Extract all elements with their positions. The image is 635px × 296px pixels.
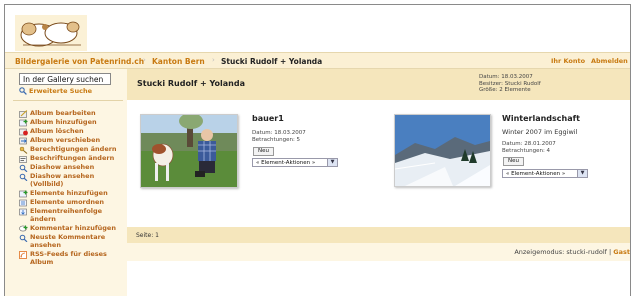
sidebar-divider [13, 100, 123, 101]
view-mode: Anzeigemodus: stucki-rudolf | Gast [514, 248, 630, 256]
search-input[interactable]: In der Gallery suchen [19, 73, 111, 85]
sidebar-item-label: Elemente umordnen [30, 198, 105, 206]
sidebar-item-rss-feeds[interactable]: RSS-Feeds für dieses Album [19, 250, 119, 266]
item-title-winterlandschaft[interactable]: Winterlandschaft [502, 114, 580, 123]
slideshow-icon [19, 164, 28, 172]
rss-icon [19, 251, 27, 259]
sidebar-item-label: Album verschieben [30, 136, 101, 144]
sidebar-item-label: Elementreihenfolge ändern [30, 207, 103, 223]
item-date: Datum: 18.03.2007 [252, 130, 306, 136]
view-mode-bar: Anzeigemodus: stucki-rudolf | Gast [127, 243, 630, 261]
new-badge: Neu [503, 157, 524, 166]
reorder-items-icon [19, 199, 27, 207]
advanced-search-link[interactable]: Erweiterte Suche [19, 87, 92, 95]
album-info: Datum: 18.03.2007 Besitzer: Stucki Rudol… [479, 74, 541, 94]
advanced-search-label: Erweiterte Suche [29, 87, 92, 95]
sidebar-item-label: RSS-Feeds für dieses Album [30, 250, 107, 266]
breadcrumb: Bildergalerie von Patenrind.ch › Kanton … [5, 52, 630, 69]
sidebar-item-label: Album löschen [30, 127, 84, 135]
guest-view-link[interactable]: Gast [613, 248, 630, 256]
item-order-icon [19, 208, 27, 216]
sidebar-item-label: Diashow ansehen (Vollbild) [30, 172, 95, 188]
move-album-icon [19, 137, 27, 145]
breadcrumb-separator: › [212, 56, 215, 64]
item-actions-label: « Element-Aktionen » [506, 171, 566, 177]
edit-album-icon [19, 110, 28, 118]
item-actions-select-winterlandschaft[interactable]: « Element-Aktionen » ▼ [502, 169, 588, 178]
item-thumbnail-bauer1[interactable] [140, 114, 238, 188]
add-album-icon [19, 119, 28, 127]
sidebar-item-label: Neuste Kommentare ansehen [30, 233, 106, 249]
permissions-icon [19, 146, 28, 154]
sidebar-item-captions[interactable]: Beschriftungen ändern [19, 154, 119, 163]
gallery-window: Bildergalerie von Patenrind.ch › Kanton … [4, 4, 631, 296]
sidebar-item-add-comment[interactable]: Kommentar hinzufügen [19, 224, 119, 233]
album-title: Stucki Rudolf + Yolanda [137, 79, 245, 88]
sidebar-item-label: Album hinzufügen [30, 118, 97, 126]
item-subtitle: Winter 2007 im Eggiwil [502, 128, 578, 136]
item-actions-label: « Element-Aktionen » [256, 160, 316, 166]
search-icon [19, 87, 27, 95]
album-date: Datum: 18.03.2007 [479, 74, 533, 80]
sidebar-item-label: Elemente hinzufügen [30, 189, 108, 197]
captions-icon [19, 156, 27, 163]
sidebar-item-edit-album[interactable]: Album bearbeiten [19, 109, 119, 118]
album-title-bar: Stucki Rudolf + Yolanda Datum: 18.03.200… [127, 69, 630, 100]
item-meta-winterlandschaft: Datum: 28.01.2007 Betrachtungen: 4 [502, 141, 556, 154]
chevron-down-icon: ▼ [577, 170, 587, 177]
item-actions-select-bauer1[interactable]: « Element-Aktionen » ▼ [252, 158, 338, 167]
item-thumbnail-winterlandschaft[interactable] [394, 114, 491, 187]
item-views: Betrachtungen: 4 [502, 147, 551, 154]
add-comment-icon [19, 225, 28, 232]
gallery-logo[interactable] [15, 15, 87, 51]
sidebar-item-permissions[interactable]: Berechtigungen ändern [19, 145, 119, 154]
delete-album-icon [19, 128, 28, 136]
sidebar-item-add-items[interactable]: Elemente hinzufügen [19, 189, 119, 198]
sidebar-item-delete-album[interactable]: Album löschen [19, 127, 119, 136]
sidebar-item-move-album[interactable]: Album verschieben [19, 136, 119, 145]
view-comments-icon [19, 234, 28, 242]
album-content: bauer1 Datum: 18.03.2007 Betrachtungen: … [127, 100, 630, 227]
pagination-bar: Seite: 1 [127, 227, 630, 243]
sidebar-item-label: Kommentar hinzufügen [30, 224, 116, 232]
sidebar-item-label: Album bearbeiten [30, 109, 96, 117]
item-meta-bauer1: Datum: 18.03.2007 Betrachtungen: 5 [252, 130, 306, 143]
sidebar-item-item-order[interactable]: Elementreihenfolge ändern [19, 207, 119, 223]
view-mode-label: Anzeigemodus: stucki-rudolf | [514, 248, 612, 256]
sidebar-item-add-album[interactable]: Album hinzufügen [19, 118, 119, 127]
album-size: Größe: 2 Elemente [479, 87, 531, 93]
page-indicator: Seite: 1 [136, 232, 159, 239]
add-items-icon [19, 190, 28, 198]
sidebar-item-slideshow[interactable]: Diashow ansehen [19, 163, 119, 172]
item-views: Betrachtungen: 5 [252, 136, 301, 143]
logout-link[interactable]: Abmelden [591, 57, 628, 65]
item-date: Datum: 28.01.2007 [502, 141, 556, 147]
sidebar-item-label: Beschriftungen ändern [30, 154, 115, 162]
breadcrumb-separator: › [143, 56, 146, 64]
new-badge: Neu [253, 147, 274, 156]
sidebar-item-label: Diashow ansehen [30, 163, 95, 171]
sidebar-item-view-comments[interactable]: Neuste Kommentare ansehen [19, 233, 119, 249]
breadcrumb-current: Stucki Rudolf + Yolanda [221, 57, 323, 66]
sidebar-item-label: Berechtigungen ändern [30, 145, 117, 153]
sidebar-item-slideshow-fullscreen[interactable]: Diashow ansehen (Vollbild) [19, 172, 119, 188]
my-account-link[interactable]: Ihr Konto [551, 57, 585, 65]
item-title-bauer1[interactable]: bauer1 [252, 114, 284, 123]
breadcrumb-canton-link[interactable]: Kanton Bern [152, 57, 205, 66]
slideshow-fullscreen-icon [19, 173, 28, 181]
chevron-down-icon: ▼ [327, 159, 337, 166]
sidebar-item-reorder-items[interactable]: Elemente umordnen [19, 198, 119, 207]
sidebar: In der Gallery suchen Erweiterte Suche A… [5, 69, 127, 296]
breadcrumb-root-link[interactable]: Bildergalerie von Patenrind.ch [15, 57, 144, 66]
